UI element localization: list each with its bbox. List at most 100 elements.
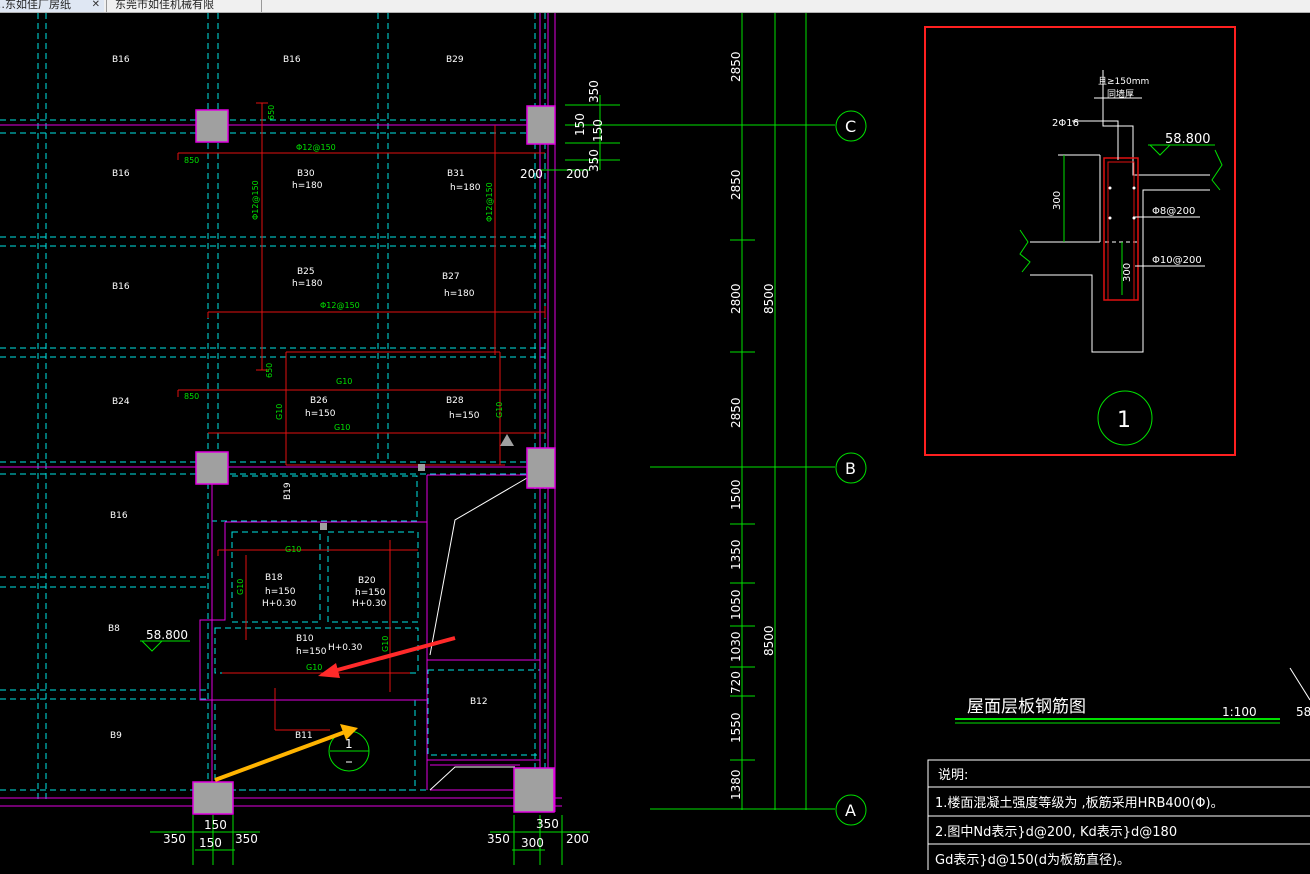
svg-text:G10: G10 xyxy=(275,404,284,420)
drawing-title-text: 屋面层板钢筋图 xyxy=(967,697,1086,717)
svg-text:1500: 1500 xyxy=(729,479,743,510)
slab-label: H+0.30 xyxy=(262,599,297,609)
svg-text:350: 350 xyxy=(487,832,510,846)
slab-label: B29 xyxy=(446,55,464,65)
slab-label: B30 xyxy=(297,169,315,179)
svg-text:720: 720 xyxy=(729,671,743,694)
vertical-dim-text: 2850 2850 2800 2850 8500 1500 1350 1050 … xyxy=(729,51,776,800)
slab-label: B16 xyxy=(283,55,301,65)
svg-text:1350: 1350 xyxy=(729,539,743,570)
slab-label: B31 xyxy=(447,169,465,179)
svg-text:G10: G10 xyxy=(381,636,390,652)
slab-label: h=150 xyxy=(265,587,296,597)
slab-label: B28 xyxy=(446,396,464,406)
slab-label: B8 xyxy=(108,624,120,634)
section-detail: 58.800 且≥150mm 同墙厚 2Φ16 300 300 Φ8@200 Φ… xyxy=(924,26,1236,456)
slab-label: B26 xyxy=(310,396,328,406)
marker-square xyxy=(320,523,327,530)
svg-text:150: 150 xyxy=(204,818,227,832)
columns xyxy=(192,105,556,815)
slab-label: B16 xyxy=(112,282,130,292)
column-c2 xyxy=(526,105,556,145)
slab-grid-lines xyxy=(0,13,546,800)
slab-label: B16 xyxy=(110,511,128,521)
slab-label: h=180 xyxy=(450,183,481,193)
svg-text:且≥150mm: 且≥150mm xyxy=(1098,76,1149,87)
slab-label: B24 xyxy=(112,397,130,407)
svg-text:2850: 2850 xyxy=(729,397,743,428)
slab-label: B10 xyxy=(296,634,314,644)
svg-text:1: 1 xyxy=(1117,408,1131,433)
document-tab-bar: …东如佳厂房纸 ✕ 东莞市如佳机械有限 xyxy=(0,0,1310,13)
svg-text:8500: 8500 xyxy=(762,283,776,314)
marker-triangle xyxy=(500,434,514,446)
notes-heading: 说明: xyxy=(938,768,968,783)
slab-label: H+0.30 xyxy=(352,599,387,609)
svg-text:2850: 2850 xyxy=(729,51,743,82)
svg-text:G10: G10 xyxy=(285,545,301,554)
slab-label: h=180 xyxy=(444,289,475,299)
svg-text:350: 350 xyxy=(587,149,601,172)
slab-label: B25 xyxy=(297,267,315,277)
svg-text:2800: 2800 xyxy=(729,283,743,314)
svg-text:200: 200 xyxy=(520,167,543,181)
svg-text:200: 200 xyxy=(566,832,589,846)
slab-label: B16 xyxy=(112,169,130,179)
tab-drawing-1[interactable]: …东如佳厂房纸 ✕ xyxy=(0,0,104,12)
slab-label: H+0.30 xyxy=(328,643,363,653)
svg-text:G10: G10 xyxy=(236,579,245,595)
slab-label: B12 xyxy=(470,697,488,707)
axis-bubbles: C B A xyxy=(835,110,867,826)
notes-line-1: 1.楼面混凝土强度等级为 ,板筋采用HRB400(Φ)。 xyxy=(935,795,1224,811)
cad-drawing: B16 B16 B29 B16 B30 h=180 B31 h=180 B16 … xyxy=(0,13,1310,874)
svg-text:58.800: 58.800 xyxy=(146,628,188,642)
slab-label: B20 xyxy=(358,576,376,586)
svg-text:1050: 1050 xyxy=(729,589,743,620)
tab-drawing-1-label: …东如佳厂房纸 xyxy=(0,0,71,11)
svg-text:650: 650 xyxy=(267,105,276,120)
bottom-dim-text: 350 150 150 350 350 300 350 200 xyxy=(163,817,589,850)
svg-text:300: 300 xyxy=(1052,191,1063,210)
slab-label: h=150 xyxy=(355,588,386,598)
notes-line-2: 2.图中Nd表示}d@200, Kd表示}d@180 xyxy=(935,825,1177,840)
svg-text:2Φ16: 2Φ16 xyxy=(1052,118,1079,129)
detail-frame xyxy=(924,26,1236,456)
svg-text:A: A xyxy=(845,801,856,820)
svg-text:Φ8@200: Φ8@200 xyxy=(1152,206,1195,217)
slab-label: B18 xyxy=(265,573,283,583)
svg-text:58.800: 58.800 xyxy=(1165,132,1211,147)
tab-drawing-2-label: 东莞市如佳机械有限 xyxy=(115,0,214,11)
svg-text:C: C xyxy=(845,117,856,136)
svg-text:150: 150 xyxy=(573,113,587,136)
drawing-title: 屋面层板钢筋图 1:100 58 xyxy=(955,667,1310,724)
svg-text:8500: 8500 xyxy=(762,625,776,656)
slab-label: B9 xyxy=(110,731,122,741)
close-icon[interactable]: ✕ xyxy=(92,0,100,10)
tab-drawing-2[interactable]: 东莞市如佳机械有限 xyxy=(106,0,262,12)
svg-text:Φ12@150: Φ12@150 xyxy=(485,182,494,222)
svg-text:G10: G10 xyxy=(334,423,350,432)
svg-text:200: 200 xyxy=(566,167,589,181)
svg-text:B: B xyxy=(845,459,856,478)
svg-text:2850: 2850 xyxy=(729,169,743,200)
column-b2 xyxy=(526,447,556,489)
svg-text:G10: G10 xyxy=(495,402,504,418)
slab-label: h=180 xyxy=(292,181,323,191)
svg-text:58: 58 xyxy=(1296,705,1310,719)
svg-text:Φ12@150: Φ12@150 xyxy=(251,180,260,220)
slab-label: B11 xyxy=(295,731,313,741)
svg-text:Φ10@200: Φ10@200 xyxy=(1152,255,1202,266)
cad-drawing-canvas[interactable]: B16 B16 B29 B16 B30 h=180 B31 h=180 B16 … xyxy=(0,13,1310,874)
svg-text:G10: G10 xyxy=(336,377,352,386)
edge-lines xyxy=(429,477,528,791)
svg-text:350: 350 xyxy=(235,832,258,846)
svg-text:350: 350 xyxy=(163,832,186,846)
svg-text:1030: 1030 xyxy=(729,631,743,662)
svg-text:300: 300 xyxy=(521,836,544,850)
column-a2 xyxy=(513,767,555,813)
svg-text:G10: G10 xyxy=(306,663,322,672)
notes-table: 说明: 1.楼面混凝土强度等级为 ,板筋采用HRB400(Φ)。 2.图中Nd表… xyxy=(927,759,1310,874)
level-marker-left: 58.800 xyxy=(140,628,190,652)
slab-label: B27 xyxy=(442,272,460,282)
svg-text:Φ12@150: Φ12@150 xyxy=(296,143,336,152)
